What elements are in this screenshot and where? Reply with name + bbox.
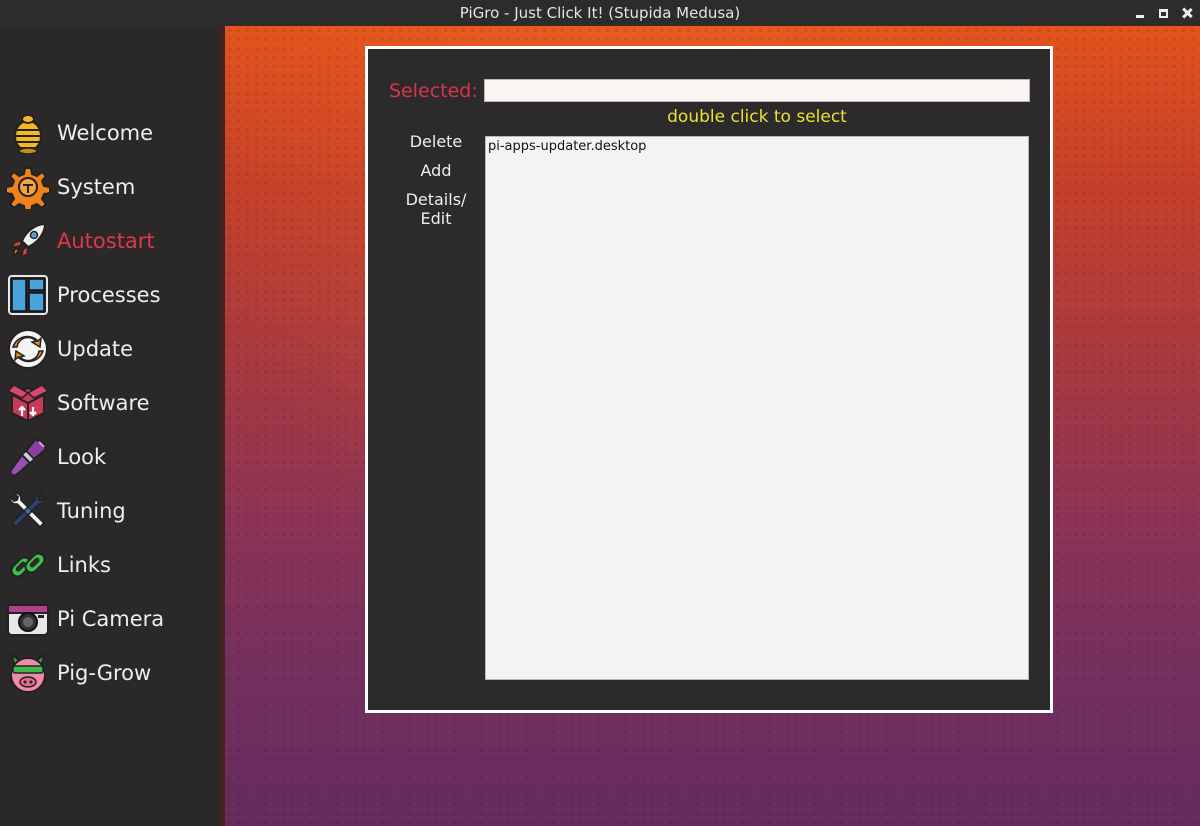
selected-field[interactable] (484, 79, 1030, 102)
title-bar: PiGro - Just Click It! (Stupida Medusa) (0, 0, 1200, 26)
sidebar-nav: Welcome System Autostart Processes Updat… (0, 106, 218, 700)
window-title: PiGro - Just Click It! (Stupida Medusa) (459, 4, 741, 22)
pig-icon (10, 653, 46, 693)
details-edit-label-line2: Edit (420, 209, 452, 228)
sidebar-item-label: Autostart (57, 229, 155, 253)
wrench-icon (8, 491, 48, 529)
sidebar-item-look[interactable]: Look (0, 430, 218, 484)
sidebar-item-label: Pi Camera (57, 607, 165, 631)
sidebar-item-processes[interactable]: Processes (0, 268, 218, 322)
details-edit-label-line1: Details/ (405, 190, 467, 209)
sidebar-item-autostart[interactable]: Autostart (0, 214, 218, 268)
sidebar-item-system[interactable]: System (0, 160, 218, 214)
sidebar-item-label: Pig-Grow (57, 661, 152, 685)
paintbrush-icon (9, 437, 48, 477)
sidebar-item-label: Welcome (57, 121, 154, 145)
sidebar-divider (218, 26, 225, 826)
add-button[interactable]: Add (398, 161, 474, 180)
sidebar-item-label: System (57, 175, 136, 199)
sidebar-item-software[interactable]: Software (0, 376, 218, 430)
delete-button[interactable]: Delete (398, 132, 474, 151)
refresh-icon (8, 329, 48, 369)
sidebar-item-label: Update (57, 337, 134, 361)
sidebar-item-label: Links (57, 553, 111, 577)
sidebar-item-welcome[interactable]: Welcome (0, 106, 218, 160)
beehive-icon (14, 114, 42, 155)
sidebar-item-label: Tuning (57, 499, 126, 523)
sidebar-item-tuning[interactable]: Tuning (0, 484, 218, 538)
rocket-icon (10, 222, 47, 259)
hint-text: double click to select (667, 107, 847, 127)
sidebar-item-label: Processes (57, 283, 161, 307)
selected-label: Selected: (389, 80, 478, 102)
sidebar-item-update[interactable]: Update (0, 322, 218, 376)
grid-icon (8, 275, 48, 315)
gear-icon (6, 167, 50, 209)
minimize-icon[interactable] (1135, 8, 1145, 18)
sidebar-item-pi-camera[interactable]: Pi Camera (0, 592, 218, 646)
sidebar-item-label: Look (57, 445, 107, 469)
maximize-icon[interactable] (1159, 8, 1168, 18)
package-icon (6, 384, 50, 423)
sidebar-item-pig-grow[interactable]: Pig-Grow (0, 646, 218, 700)
chain-link-icon (10, 552, 46, 578)
list-item[interactable]: pi-apps-updater.desktop (486, 137, 1028, 156)
sidebar-item-label: Software (57, 391, 150, 415)
close-icon[interactable] (1182, 8, 1192, 18)
sidebar-item-links[interactable]: Links (0, 538, 218, 592)
window-controls (1135, 0, 1192, 26)
details-edit-button[interactable]: Details/ Edit (396, 190, 476, 228)
camera-icon (7, 604, 49, 636)
autostart-list[interactable]: pi-apps-updater.desktop (485, 136, 1029, 680)
